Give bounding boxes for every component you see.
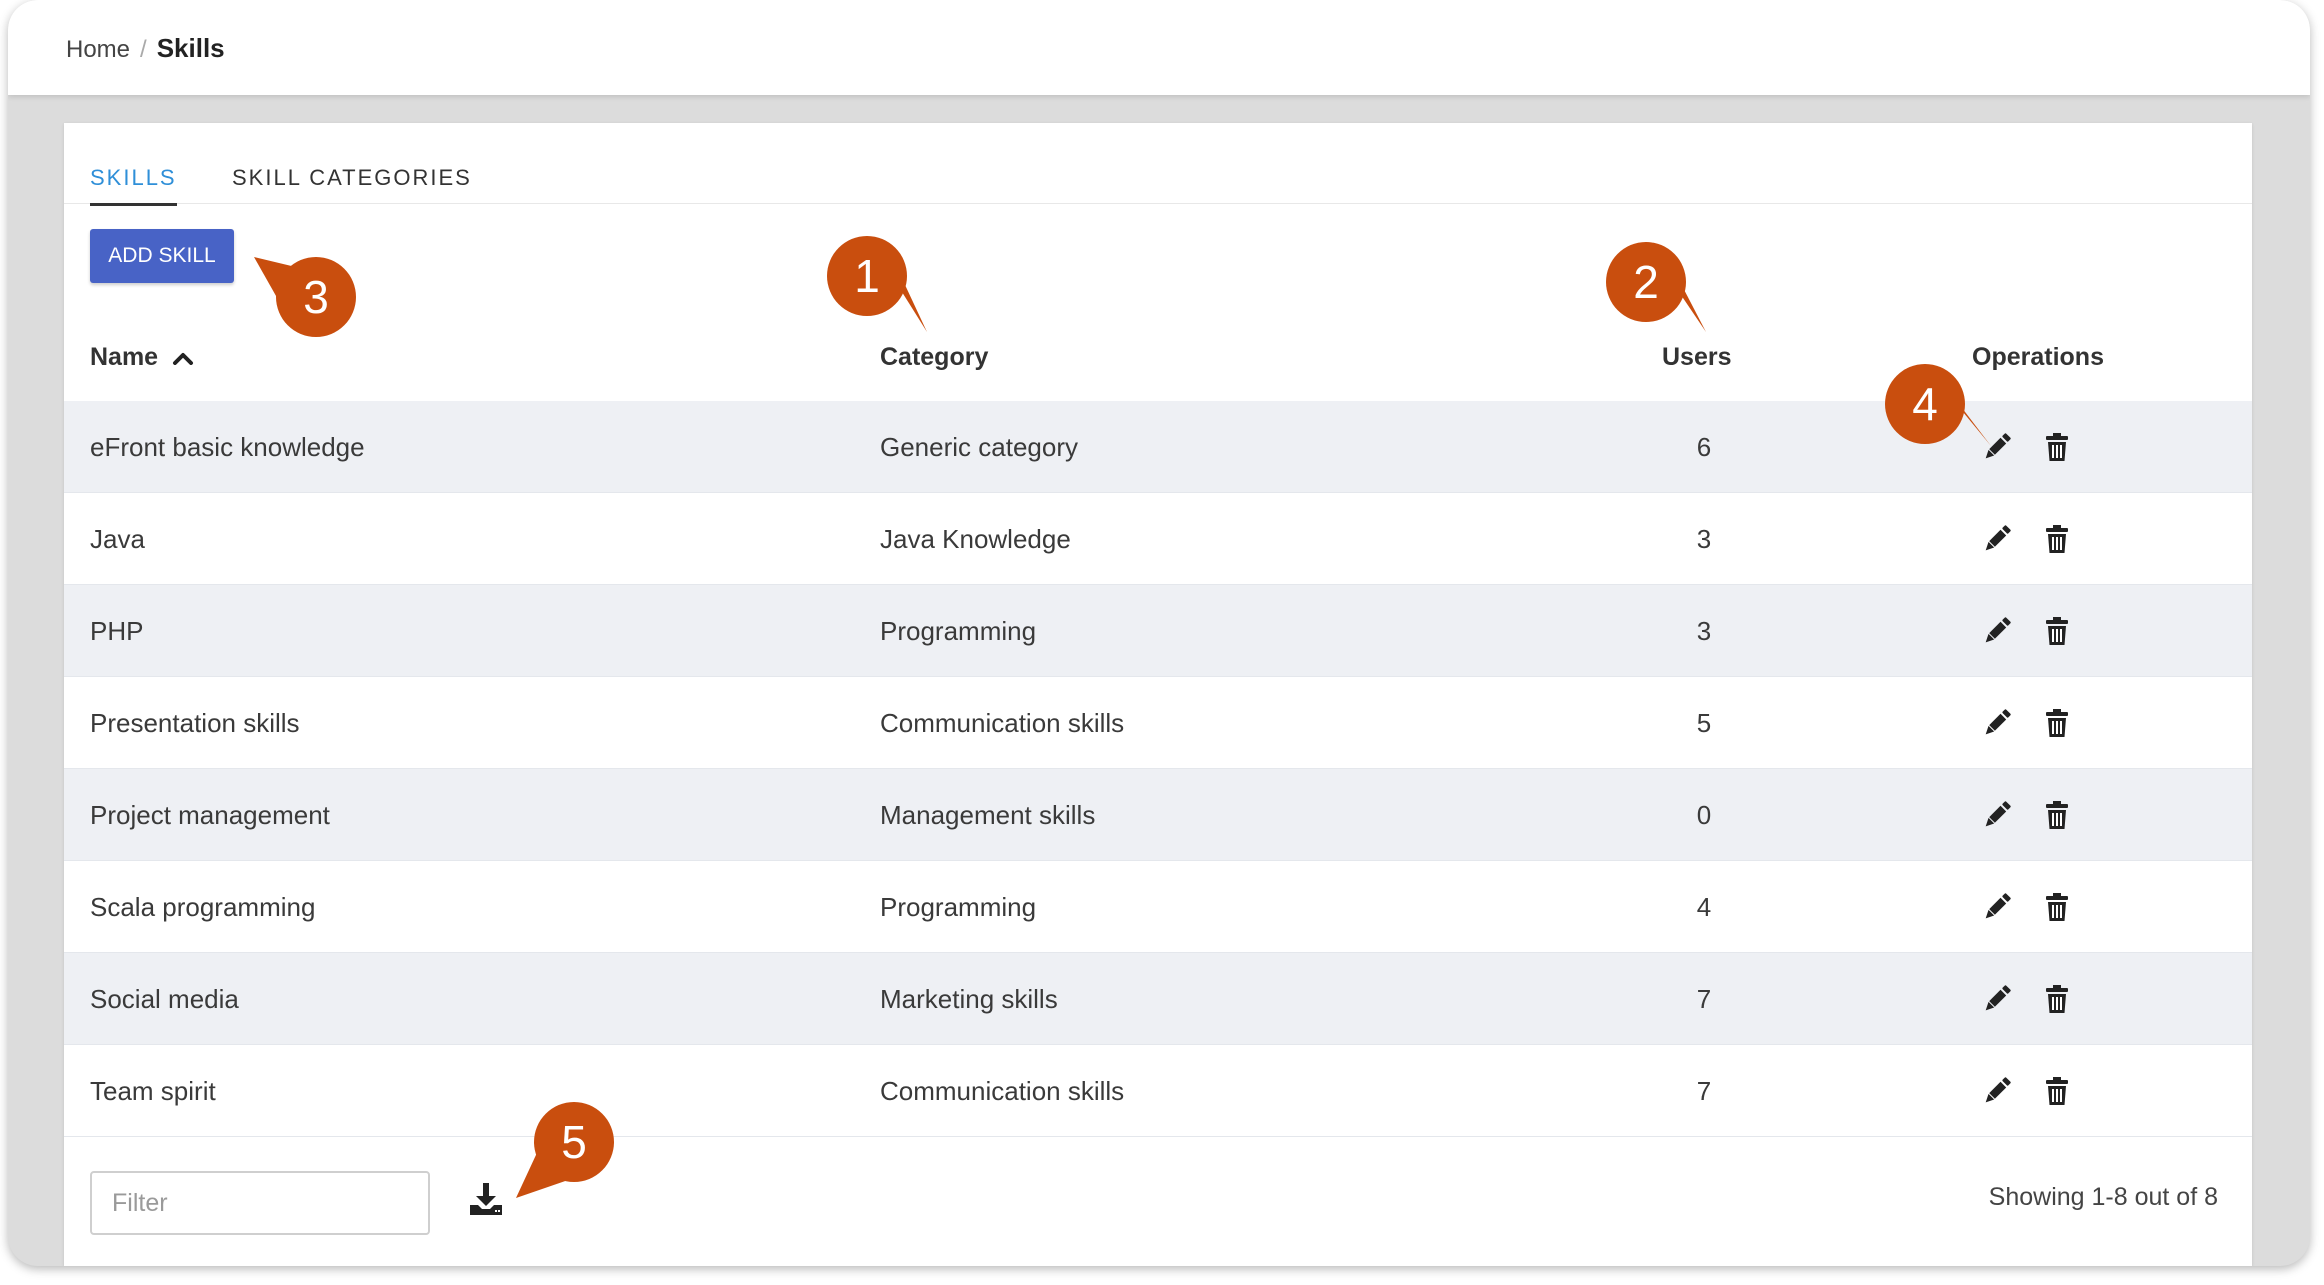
download-icon[interactable] [468, 1181, 504, 1217]
skill-name-link[interactable]: PHP [90, 585, 143, 677]
tab-skill-categories[interactable]: SKILL CATEGORIES [232, 165, 472, 203]
skill-name-link[interactable]: Social media [90, 953, 239, 1045]
column-header-name[interactable]: Name [90, 343, 194, 372]
table-row: PHP Programming 3 [64, 585, 2252, 677]
table-row: Team spirit Communication skills 7 [64, 1045, 2252, 1137]
trash-icon[interactable] [2041, 431, 2073, 463]
skill-category: Marketing skills [880, 984, 1058, 1014]
filter-input[interactable] [90, 1171, 430, 1235]
trash-icon[interactable] [2041, 615, 2073, 647]
table-row: Presentation skills Communication skills… [64, 677, 2252, 769]
skill-name-link[interactable]: Project management [90, 769, 330, 861]
pencil-icon[interactable] [1981, 431, 2013, 463]
pencil-icon[interactable] [1981, 523, 2013, 555]
add-skill-button[interactable]: ADD SKILL [90, 229, 234, 283]
callout-number: 5 [561, 1116, 587, 1168]
table-row: Java Java Knowledge 3 [64, 493, 2252, 585]
pencil-icon[interactable] [1981, 1075, 2013, 1107]
callout-number: 2 [1633, 256, 1659, 308]
skill-category: Generic category [880, 432, 1078, 462]
callout-number: 3 [303, 271, 329, 323]
callout-number: 4 [1912, 378, 1938, 430]
skill-name-link[interactable]: Scala programming [90, 861, 315, 953]
row-operations [1981, 707, 2073, 739]
tab-bar: SKILLS SKILL CATEGORIES [64, 123, 2252, 206]
table-row: Scala programming Programming 4 [64, 861, 2252, 953]
skill-category: Management skills [880, 800, 1096, 830]
callout-marker: 3 [254, 257, 356, 337]
pencil-icon[interactable] [1981, 707, 2013, 739]
skill-users-count: 4 [1696, 892, 1712, 922]
pencil-icon[interactable] [1981, 983, 2013, 1015]
row-operations [1981, 523, 2073, 555]
skill-users-count: 3 [1696, 616, 1712, 646]
trash-icon[interactable] [2041, 1075, 2073, 1107]
breadcrumb: Home / Skills [66, 33, 225, 64]
table-row: Project management Management skills 0 [64, 769, 2252, 861]
skill-category: Programming [880, 892, 1037, 922]
skill-users-count: 7 [1696, 1076, 1712, 1106]
row-operations [1981, 1075, 2073, 1107]
pencil-icon[interactable] [1981, 615, 2013, 647]
pagination-summary: Showing 1-8 out of 8 [1988, 1183, 2218, 1211]
skill-users-count: 3 [1696, 524, 1712, 554]
column-header-users[interactable]: Users [1662, 343, 1732, 372]
row-operations [1981, 431, 2073, 463]
skill-category: Java Knowledge [880, 524, 1071, 554]
column-header-category[interactable]: Category [880, 343, 988, 372]
skill-name-link[interactable]: Team spirit [90, 1045, 216, 1137]
skill-category: Communication skills [880, 1076, 1125, 1106]
sort-ascending-icon[interactable] [172, 351, 194, 365]
skills-table-body: eFront basic knowledge Generic category … [64, 401, 2252, 1137]
skill-name-link[interactable]: Java [90, 493, 145, 585]
breadcrumb-home-link[interactable]: Home [66, 36, 130, 64]
skill-users-count: 6 [1696, 432, 1712, 462]
skill-users-count: 7 [1696, 984, 1712, 1014]
row-operations [1981, 983, 2073, 1015]
skill-users-count: 0 [1696, 800, 1712, 830]
top-bar: Home / Skills [8, 0, 2310, 95]
pencil-icon[interactable] [1981, 891, 2013, 923]
trash-icon[interactable] [2041, 707, 2073, 739]
app-window: Home / Skills SKILLS SKILL CATEGORIES AD… [8, 0, 2310, 1266]
breadcrumb-current: Skills [156, 33, 225, 63]
column-header-operations: Operations [1972, 343, 2104, 371]
skill-category: Programming [880, 616, 1037, 646]
column-header-name-label: Name [90, 343, 159, 371]
callout-marker: 1 [827, 236, 927, 332]
skill-name-link[interactable]: eFront basic knowledge [90, 401, 365, 493]
row-operations [1981, 615, 2073, 647]
skill-category: Communication skills [880, 708, 1125, 738]
callout-marker: 5 [516, 1102, 614, 1198]
callout-marker: 4 [1885, 364, 1991, 446]
trash-icon[interactable] [2041, 983, 2073, 1015]
callout-number: 1 [854, 250, 880, 302]
trash-icon[interactable] [2041, 891, 2073, 923]
row-operations [1981, 891, 2073, 923]
table-row: Social media Marketing skills 7 [64, 953, 2252, 1045]
skill-users-count: 5 [1696, 708, 1712, 738]
skill-name-link[interactable]: Presentation skills [90, 677, 300, 769]
trash-icon[interactable] [2041, 523, 2073, 555]
pencil-icon[interactable] [1981, 799, 2013, 831]
breadcrumb-separator: / [140, 36, 147, 63]
skills-panel: SKILLS SKILL CATEGORIES ADD SKILL Name C… [64, 123, 2252, 1266]
row-operations [1981, 799, 2073, 831]
callout-marker: 2 [1606, 242, 1706, 332]
tab-skills[interactable]: SKILLS [90, 165, 177, 206]
trash-icon[interactable] [2041, 799, 2073, 831]
